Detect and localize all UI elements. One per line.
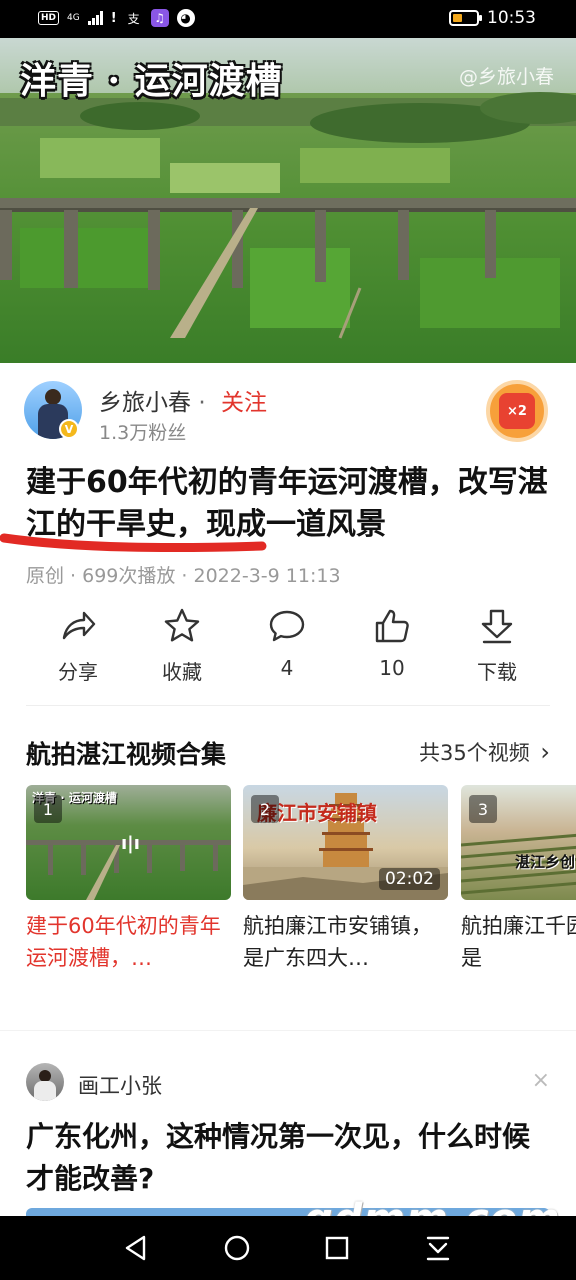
red-packet-icon: ×2	[499, 393, 535, 429]
notification-pull-icon[interactable]	[422, 1232, 454, 1264]
card-title: 建于60年代初的青年运河渡槽，…	[26, 914, 221, 970]
recents-icon[interactable]	[321, 1232, 353, 1264]
share-button[interactable]: 分享	[28, 600, 128, 685]
share-label: 分享	[58, 660, 98, 684]
comment-count: 4	[280, 656, 294, 680]
author-separator: ·	[198, 390, 206, 416]
collection-card[interactable]: 廉江市安铺镇 2 02:02 航拍廉江市安铺镇，是广东四大…	[243, 785, 448, 985]
annotation-underline	[0, 533, 267, 553]
hd-indicator: HD	[38, 11, 60, 25]
favorite-label: 收藏	[162, 660, 202, 684]
comment-icon	[269, 610, 305, 642]
back-icon[interactable]	[120, 1232, 152, 1264]
next-author-name[interactable]: 画工小张	[78, 1070, 162, 1100]
article-meta: 原创 · 699次播放 · 2022-3-9 11:13	[26, 565, 341, 587]
card-title: 航拍廉江市安铺镇，是广东四大…	[243, 914, 432, 970]
video-overlay-title: 洋青 · 运河渡槽	[20, 60, 283, 102]
video-player[interactable]: 洋青 · 运河渡槽 @乡旅小春	[0, 38, 576, 363]
next-author-avatar[interactable]	[26, 1063, 64, 1101]
alert-icon: !	[110, 10, 117, 26]
qq-icon: ◕	[176, 9, 195, 27]
verified-badge-icon: V	[59, 419, 79, 439]
card-thumbnail: 湛江乡创 3	[461, 785, 576, 900]
collection-card[interactable]: 洋青 · 运河渡槽 1 ı|ı 建于60年代初的青年运河渡槽，…	[26, 785, 231, 985]
signal-icon	[87, 11, 103, 25]
collection-card[interactable]: 湛江乡创 3 航拍廉江千园，这里是	[461, 785, 576, 985]
music-app-icon: ♫	[150, 9, 169, 27]
next-post-title[interactable]: 广东化州，这种情况第一次见，什么时候才能改善?	[26, 1116, 556, 1200]
author-name[interactable]: 乡旅小春 ·	[99, 383, 206, 417]
status-bar: HD 4G ! 支 ♫ ◕ 10:53	[0, 0, 576, 38]
comment-button[interactable]: 4	[237, 600, 337, 680]
now-playing-icon: ı|ı	[121, 833, 140, 854]
card-index: 2	[251, 795, 279, 823]
favorite-button[interactable]: 收藏	[132, 600, 232, 685]
system-nav-bar	[0, 1216, 576, 1280]
close-icon[interactable]: ×	[532, 1068, 550, 1093]
battery-icon	[449, 10, 482, 26]
card-index: 1	[34, 795, 62, 823]
collection-title: 航拍湛江视频合集	[26, 740, 227, 769]
section-divider	[0, 1030, 576, 1031]
card-thumbnail: 廉江市安铺镇 2 02:02	[243, 785, 448, 900]
network-type: 4G	[67, 12, 80, 23]
card-duration: 02:02	[379, 868, 440, 890]
home-icon[interactable]	[221, 1232, 253, 1264]
reward-button[interactable]: ×2	[486, 380, 548, 442]
alipay-icon: 支	[127, 11, 140, 26]
fans-count: 1.3万粉丝	[99, 422, 187, 444]
like-button[interactable]: 10	[342, 600, 442, 680]
chevron-right-icon: ›	[540, 738, 550, 766]
thumbnail-caption: 湛江乡创	[515, 853, 576, 871]
thumb-up-icon	[375, 609, 409, 643]
clock: 10:53	[487, 8, 536, 28]
divider	[26, 705, 550, 706]
author-name-text: 乡旅小春	[99, 390, 191, 416]
download-icon	[481, 609, 513, 644]
follow-button[interactable]: 关注	[221, 383, 267, 417]
author-row: V 乡旅小春 · 关注 1.3万粉丝 ×2	[0, 363, 576, 455]
share-icon	[62, 611, 96, 640]
card-thumbnail: 洋青 · 运河渡槽 1 ı|ı	[26, 785, 231, 900]
like-count: 10	[379, 656, 405, 680]
card-index: 3	[469, 795, 497, 823]
collection-count: 共35个视频	[418, 741, 530, 765]
collection-count-link[interactable]: 共35个视频 ›	[419, 737, 550, 767]
star-icon	[164, 608, 200, 642]
download-label: 下载	[477, 660, 517, 684]
video-watermark: @乡旅小春	[458, 66, 554, 88]
download-button[interactable]: 下载	[447, 600, 547, 685]
action-bar: 分享 收藏 4 10 下载	[0, 600, 576, 700]
card-title: 航拍廉江千园，这里是	[461, 914, 576, 970]
